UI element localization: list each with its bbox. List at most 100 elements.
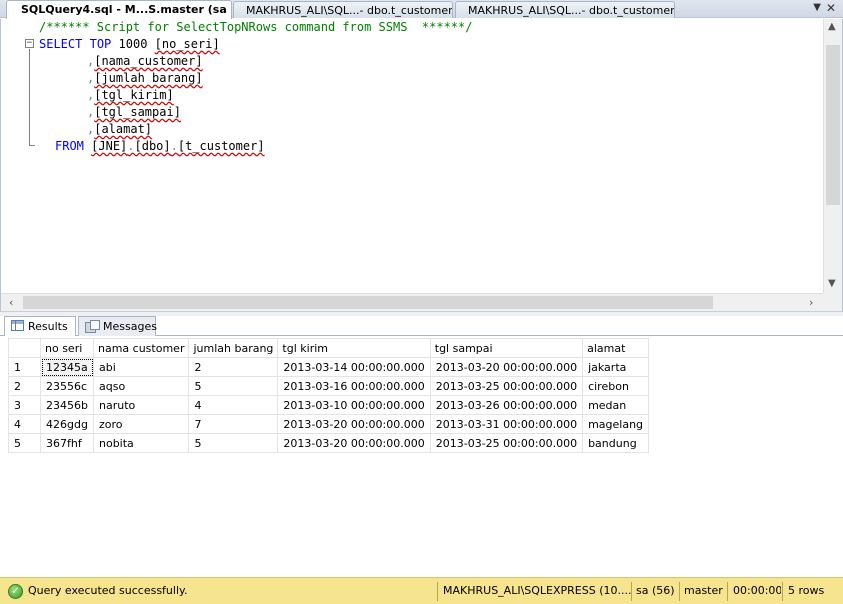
table-row[interactable]: 2 23556c aqso 5 2013-03-16 00:00:00.000 … — [8, 376, 650, 396]
table-cell[interactable]: jakarta — [582, 357, 650, 377]
close-icon[interactable]: ✕ — [826, 1, 836, 15]
row-number[interactable]: 4 — [8, 414, 41, 434]
row-number-header[interactable] — [8, 338, 41, 358]
code-column-line: ,[nama_customer] — [87, 53, 203, 70]
scroll-down-icon[interactable]: ▼ — [828, 278, 836, 289]
keyword-top: TOP — [89, 37, 112, 51]
table-cell[interactable]: 2013-03-20 00:00:00.000 — [277, 414, 431, 434]
fold-guide-end — [29, 145, 35, 146]
code-comment-line: /****** Script for SelectTopNRows comman… — [39, 20, 473, 34]
horizontal-scroll-thumb[interactable] — [23, 296, 713, 309]
column-header[interactable]: no seri — [40, 338, 94, 358]
column-header[interactable]: tgl sampai — [429, 338, 584, 358]
code-area[interactable]: − /****** Script for SelectTopNRows comm… — [1, 19, 823, 293]
table-cell[interactable]: 4 — [188, 395, 279, 415]
status-user: sa (56) — [636, 584, 675, 597]
code-from-line: FROM [JNE].[dbo].[t_customer] — [55, 138, 265, 155]
table-cell[interactable]: 5 — [188, 433, 279, 453]
editor-vertical-scrollbar[interactable]: ▲ ▼ — [823, 19, 842, 293]
table-cell[interactable]: 2013-03-25 00:00:00.000 — [429, 433, 584, 453]
table-cell[interactable]: 2013-03-20 00:00:00.000 — [277, 433, 431, 453]
table-cell[interactable]: 2013-03-10 00:00:00.000 — [277, 395, 431, 415]
results-grid[interactable]: no seri nama customer jumlah barang tgl … — [8, 338, 650, 453]
table-cell[interactable]: 5 — [188, 376, 279, 396]
query-editor[interactable]: − /****** Script for SelectTopNRows comm… — [0, 19, 843, 311]
table-cell[interactable]: 12345a — [40, 357, 94, 377]
table-cell[interactable]: 426gdg — [40, 414, 94, 434]
fold-guide-line — [29, 49, 30, 145]
table-cell[interactable]: 2013-03-20 00:00:00.000 — [429, 357, 584, 377]
table-cell[interactable]: 2013-03-16 00:00:00.000 — [277, 376, 431, 396]
scroll-right-icon[interactable]: › — [809, 296, 813, 309]
tab-messages[interactable]: Messages — [78, 316, 157, 336]
scroll-corner — [823, 293, 842, 311]
fold-toggle-icon[interactable]: − — [25, 39, 34, 48]
table-cell[interactable]: cirebon — [582, 376, 650, 396]
column-header[interactable]: tgl kirim — [277, 338, 431, 358]
table-cell[interactable]: aqso — [92, 376, 190, 396]
table-cell[interactable]: 2013-03-25 00:00:00.000 — [429, 376, 584, 396]
table-row[interactable]: 4 426gdg zoro 7 2013-03-20 00:00:00.000 … — [8, 414, 650, 434]
row-number[interactable]: 3 — [8, 395, 41, 415]
table-cell[interactable]: 367fhf — [40, 433, 94, 453]
table-cell[interactable]: bandung — [582, 433, 650, 453]
code-select-line: SELECT TOP 1000 [no_seri] — [39, 36, 220, 53]
table-cell[interactable]: 2 — [188, 357, 279, 377]
table-reference: [JNE].[dbo].[t_customer] — [91, 139, 264, 153]
column-alamat: [alamat] — [94, 122, 153, 136]
table-cell[interactable]: nobita — [92, 433, 190, 453]
dropdown-arrow-icon[interactable]: ▼ — [813, 2, 821, 13]
top-value: 1000 — [118, 37, 148, 51]
tab-results[interactable]: Results — [4, 316, 76, 337]
code-column-line: ,[jumlah barang] — [87, 70, 203, 87]
tab-t-customer-1[interactable]: MAKHRUS_ALI\SQL...- dbo.t_customer — [233, 1, 453, 18]
table-cell[interactable]: 23456b — [40, 395, 94, 415]
table-row[interactable]: 5 367fhf nobita 5 2013-03-20 00:00:00.00… — [8, 433, 650, 453]
table-cell[interactable]: 23556c — [40, 376, 94, 396]
table-cell[interactable]: 2013-03-14 00:00:00.000 — [277, 357, 431, 377]
table-row[interactable]: 3 23456b naruto 4 2013-03-10 00:00:00.00… — [8, 395, 650, 415]
column-header[interactable]: nama customer — [92, 338, 190, 358]
column-header[interactable]: alamat — [582, 338, 650, 358]
column-header[interactable]: jumlah barang — [188, 338, 279, 358]
table-cell[interactable]: 2013-03-26 00:00:00.000 — [429, 395, 584, 415]
table-name: [t_customer] — [177, 139, 265, 153]
scroll-up-icon[interactable]: ▲ — [828, 21, 836, 32]
vertical-scroll-thumb[interactable] — [826, 45, 840, 205]
status-separator — [782, 582, 783, 601]
status-separator — [631, 582, 632, 601]
column-nama-customer: [nama_customer] — [94, 54, 203, 68]
status-row-count: 5 rows — [788, 584, 825, 597]
row-number[interactable]: 1 — [8, 357, 41, 377]
table-cell[interactable]: 7 — [188, 414, 279, 434]
results-tab-strip: Results Messages — [0, 316, 843, 337]
grid-header-row: no seri nama customer jumlah barang tgl … — [8, 338, 650, 358]
row-number[interactable]: 5 — [8, 433, 41, 453]
table-cell[interactable]: 2013-03-31 00:00:00.000 — [429, 414, 584, 434]
table-cell[interactable]: zoro — [92, 414, 190, 434]
keyword-from: FROM — [55, 139, 84, 153]
tab-sqlquery4[interactable]: SQLQuery4.sql - M...S.master (sa (56)) — [6, 0, 232, 19]
table-cell[interactable]: abi — [92, 357, 190, 377]
table-cell[interactable]: magelang — [582, 414, 650, 434]
status-database: master — [684, 584, 723, 597]
status-separator — [437, 582, 438, 601]
document-tab-strip: SQLQuery4.sql - M...S.master (sa (56)) M… — [0, 0, 843, 19]
scroll-left-icon[interactable]: ‹ — [9, 296, 13, 309]
success-check-icon: ✓ — [8, 584, 23, 599]
tab-messages-label: Messages — [103, 320, 157, 333]
column-no-seri: [no_seri] — [154, 37, 220, 51]
table-row[interactable]: 1 12345a abi 2 2013-03-14 00:00:00.000 2… — [8, 357, 650, 377]
code-column-line: ,[tgl_kirim] — [87, 87, 174, 104]
editor-horizontal-scrollbar[interactable]: ‹ › — [1, 293, 823, 311]
row-number[interactable]: 2 — [8, 376, 41, 396]
status-separator — [727, 582, 728, 601]
table-cell[interactable]: naruto — [92, 395, 190, 415]
results-grid-pane[interactable]: no seri nama customer jumlah barang tgl … — [0, 336, 843, 577]
code-column-line: ,[tgl_sampai] — [87, 104, 181, 121]
keyword-select: SELECT — [39, 37, 83, 51]
dot: . — [170, 139, 178, 153]
tab-t-customer-2[interactable]: MAKHRUS_ALI\SQL...- dbo.t_customer — [455, 1, 675, 18]
table-cell[interactable]: medan — [582, 395, 650, 415]
status-message: Query executed successfully. — [28, 584, 188, 597]
